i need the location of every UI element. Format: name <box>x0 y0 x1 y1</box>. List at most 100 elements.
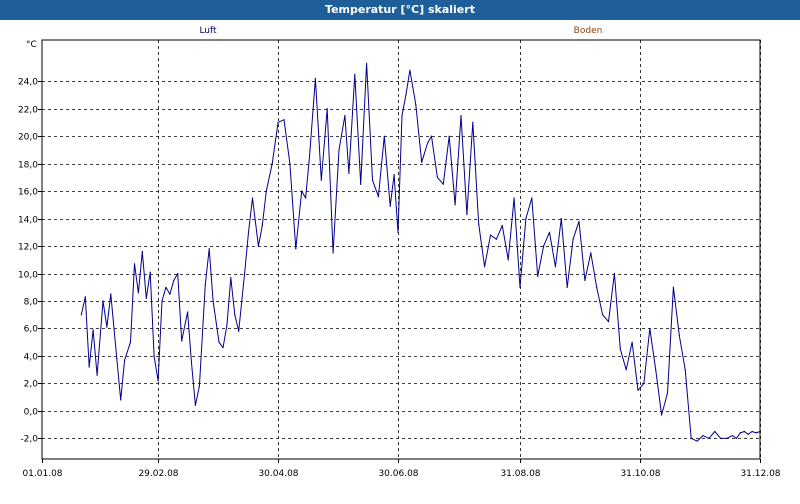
data-point <box>289 163 291 165</box>
data-point <box>332 252 334 254</box>
x-tick-label: 31.08.08 <box>500 469 540 479</box>
data-point <box>116 358 118 360</box>
data-point <box>212 300 214 302</box>
y-tick-label: -2,0 <box>20 435 38 445</box>
data-point <box>714 430 716 433</box>
data-point <box>271 163 273 165</box>
data-point <box>366 62 368 64</box>
data-point <box>513 197 515 199</box>
data-point <box>525 218 527 220</box>
chart-area: -2,0 0,0 2,0 4,0 6,0 8,0 10,0 12,0 14,0 16,0 18,0 2… <box>0 20 800 500</box>
data-point <box>590 252 592 254</box>
data-point <box>537 275 539 277</box>
data-point <box>572 238 574 240</box>
data-point <box>88 366 90 368</box>
data-point <box>427 142 429 144</box>
data-point <box>190 362 193 364</box>
data-point <box>631 341 633 343</box>
x-tick-label: 30.06.08 <box>378 469 418 479</box>
data-point <box>244 272 246 275</box>
data-point <box>96 374 98 376</box>
y-tick-label: 16,0 <box>18 188 38 198</box>
data-point <box>305 197 307 199</box>
data-point <box>344 115 346 117</box>
series-line-luft <box>80 62 761 442</box>
y-tick-label: 22,0 <box>18 106 38 116</box>
data-point <box>181 340 183 342</box>
data-point <box>265 190 267 192</box>
data-point <box>169 293 171 295</box>
data-point <box>690 437 692 439</box>
y-tick-label: 0,0 <box>24 408 39 418</box>
data-point <box>613 272 616 275</box>
data-point <box>161 300 163 302</box>
data-point <box>389 205 391 207</box>
data-point <box>106 326 108 328</box>
data-point <box>607 321 610 323</box>
data-point <box>560 218 562 220</box>
data-point <box>129 341 132 343</box>
data-point <box>338 149 340 151</box>
data-point <box>531 197 533 199</box>
y-tick-label: 14,0 <box>18 216 38 226</box>
data-point <box>84 296 86 298</box>
data-point <box>230 277 232 279</box>
data-point <box>149 271 151 273</box>
window-title: Temperatur [°C] skaliert <box>0 0 800 20</box>
data-point <box>643 382 645 384</box>
data-point <box>198 385 200 387</box>
data-point <box>460 115 462 117</box>
legend-boden: Boden <box>574 26 603 36</box>
data-point <box>739 432 741 434</box>
data-point <box>194 404 196 406</box>
data-point <box>554 266 557 268</box>
y-tick-label: 6,0 <box>24 325 39 335</box>
data-point <box>157 380 159 382</box>
data-point <box>251 197 254 199</box>
data-point <box>153 355 155 357</box>
data-point <box>466 213 468 216</box>
data-point <box>578 220 580 222</box>
y-tick-label: 18,0 <box>18 161 38 171</box>
data-point <box>702 435 704 437</box>
data-point <box>92 329 94 331</box>
y-tick-label: 8,0 <box>24 298 39 308</box>
data-point <box>684 369 686 371</box>
data-point <box>177 272 179 275</box>
data-point <box>672 286 675 288</box>
data-point <box>401 115 403 117</box>
data-point <box>720 437 722 439</box>
data-point <box>436 176 438 178</box>
data-point <box>257 245 259 247</box>
data-point <box>320 179 322 181</box>
data-point <box>360 183 362 185</box>
data-point <box>442 183 444 185</box>
data-point <box>208 248 210 250</box>
data-point <box>619 348 621 350</box>
data-point <box>708 437 710 439</box>
data-point <box>495 238 497 240</box>
x-tick-label: 30.04.08 <box>258 469 298 479</box>
data-point <box>747 433 749 435</box>
data-point <box>110 293 112 295</box>
data-point <box>655 369 657 371</box>
data-point <box>308 156 311 158</box>
data-point <box>226 325 228 327</box>
data-point <box>661 414 663 416</box>
data-point <box>519 286 521 288</box>
data-point <box>371 179 374 181</box>
data-point <box>187 311 189 313</box>
data-point <box>751 430 753 433</box>
y-tick-label: 2,0 <box>24 380 39 390</box>
data-point <box>165 286 167 288</box>
data-point <box>145 297 147 299</box>
data-point <box>383 135 385 137</box>
data-point <box>261 224 263 227</box>
data-point <box>120 399 122 401</box>
data-point <box>501 224 503 227</box>
data-point <box>472 121 474 123</box>
data-point <box>478 223 480 225</box>
data-point <box>80 314 82 316</box>
x-tick-label: 31.10.08 <box>620 469 660 479</box>
data-point <box>218 341 220 343</box>
